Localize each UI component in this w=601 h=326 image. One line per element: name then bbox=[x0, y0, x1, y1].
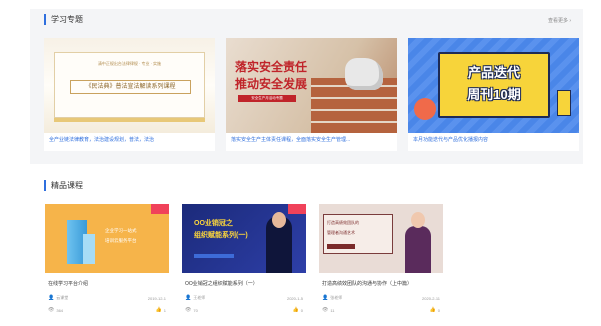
course-title[interactable]: 打造高绩效团队的沟通与协作（上中篇） bbox=[322, 280, 440, 287]
course-stats: 👁 11 👍 0 bbox=[322, 307, 440, 313]
banner-main-text: 《民法典》普法宣法解读系列课程 bbox=[70, 80, 191, 94]
thumb-up-icon[interactable]: 👍 bbox=[430, 307, 436, 313]
lecturer-head bbox=[272, 212, 286, 228]
banner-headline-1: 落实安全责任 bbox=[235, 60, 308, 74]
course-views: 11 bbox=[330, 307, 335, 313]
book-illustration bbox=[557, 90, 571, 116]
banner-gold-strip bbox=[54, 118, 205, 122]
course-card[interactable]: 打造高绩效团队的 管理者沟通艺术 打造高绩效团队的沟通与协作（上中篇） 👤 张老… bbox=[319, 204, 443, 322]
banner-headline-2: 推动安全发展 bbox=[235, 77, 308, 91]
thumbnail-text: 管理者沟通艺术 bbox=[327, 230, 355, 235]
banner-frame: 清中正规出台法律律规 · 专业 · 实施 《民法典》普法宣法解读系列课程 bbox=[54, 52, 205, 118]
thumbnail-text: 培训云服务平台 bbox=[105, 238, 137, 243]
user-icon: 👤 bbox=[322, 295, 329, 301]
topics-title: 学习专题 bbox=[51, 15, 83, 24]
course-thumbnail: OO业销冠之 组织赋能系列(一) bbox=[182, 204, 306, 273]
course-author: 王老师 bbox=[193, 295, 206, 300]
thumb-up-icon[interactable]: 👍 bbox=[293, 307, 299, 313]
thumbnail-text: OO业销冠之 bbox=[194, 220, 233, 227]
banner-small-text: 清中正规出台法律律规 · 专业 · 实施 bbox=[97, 61, 162, 66]
course-meta: 👤 张老师 2020-2-11 bbox=[322, 295, 440, 301]
user-icon: 👤 bbox=[185, 295, 192, 301]
thumbnail-tag bbox=[327, 244, 355, 249]
course-date: 2019-12-1 bbox=[147, 295, 166, 301]
course-likes: 0 bbox=[300, 307, 303, 313]
decorative-circle bbox=[414, 98, 436, 120]
banner-headline-2: 周刊10期 bbox=[467, 87, 521, 102]
course-title[interactable]: OO业销冠之组织赋能系列（一） bbox=[185, 280, 303, 287]
topic-banner-safety: 落实安全责任 推动安全发展 安全生产月活动专题 bbox=[226, 38, 397, 133]
topic-caption[interactable]: 全产业链法律教育，法治建设规划，普法，法治 bbox=[49, 136, 210, 143]
course-author: 云课堂 bbox=[56, 295, 69, 300]
eye-icon: 👁 bbox=[322, 307, 329, 313]
course-date: 2020-2-11 bbox=[422, 295, 440, 301]
topic-card-iteration[interactable]: 产品迭代 周刊10期 本月功能迭代与产品优化播报内容 bbox=[408, 38, 579, 151]
corner-badge bbox=[288, 204, 306, 214]
course-stats: 👁 364 👍 1 bbox=[48, 307, 166, 313]
special-topics-panel: 学习专题 查看更多 › 清中正规出台法律律规 · 专业 · 实施 《民法典》普法… bbox=[30, 9, 583, 164]
section-marker bbox=[44, 14, 46, 25]
topics-header: 学习专题 bbox=[44, 14, 83, 25]
topic-caption[interactable]: 本月功能迭代与产品优化播报内容 bbox=[413, 136, 574, 143]
glove-image bbox=[345, 58, 383, 90]
topic-caption[interactable]: 落实安全生产主体责任课程，全面落实安全生产管理... bbox=[231, 136, 392, 143]
thumbnail-text: 组织赋能系列(一) bbox=[194, 232, 248, 239]
course-views: 70 bbox=[193, 307, 198, 313]
course-stats: 👁 70 👍 0 bbox=[185, 307, 303, 313]
banner-subtitle: 安全生产月活动专题 bbox=[238, 95, 296, 102]
thumb-up-icon[interactable]: 👍 bbox=[156, 307, 162, 313]
eye-icon: 👁 bbox=[48, 307, 55, 313]
courses-header: 精品课程 bbox=[44, 180, 83, 191]
section-marker bbox=[44, 180, 46, 191]
course-author: 张老师 bbox=[330, 295, 343, 300]
user-icon: 👤 bbox=[48, 295, 55, 301]
building-illustration bbox=[83, 234, 95, 264]
banner-board: 产品迭代 周刊10期 bbox=[438, 52, 550, 118]
thumbnail-strip bbox=[194, 254, 234, 258]
course-thumbnail: 企业学习一站式 培训云服务平台 bbox=[45, 204, 169, 273]
eye-icon: 👁 bbox=[185, 307, 192, 313]
thumbnail-text: 打造高绩效团队的 bbox=[327, 220, 359, 225]
banner-headline-1: 产品迭代 bbox=[467, 65, 520, 80]
course-meta: 👤 王老师 2020-1-5 bbox=[185, 295, 303, 301]
courses-title: 精品课程 bbox=[51, 181, 83, 190]
course-card[interactable]: OO业销冠之 组织赋能系列(一) OO业销冠之组织赋能系列（一） 👤 王老师 2… bbox=[182, 204, 306, 322]
course-card[interactable]: 企业学习一站式 培训云服务平台 在线学习平台介绍 👤 云课堂 2019-12-1… bbox=[45, 204, 169, 322]
topic-banner-iteration: 产品迭代 周刊10期 bbox=[408, 38, 579, 133]
topic-card-civil-code[interactable]: 清中正规出台法律律规 · 专业 · 实施 《民法典》普法宣法解读系列课程 全产业… bbox=[44, 38, 215, 151]
topics-more-link[interactable]: 查看更多 › bbox=[548, 17, 571, 24]
course-thumbnail: 打造高绩效团队的 管理者沟通艺术 bbox=[319, 204, 443, 273]
topic-banner-civil-code: 清中正规出台法律律规 · 专业 · 实施 《民法典》普法宣法解读系列课程 bbox=[44, 38, 215, 133]
thumbnail-text: 企业学习一站式 bbox=[105, 228, 137, 233]
course-likes: 1 bbox=[163, 307, 166, 313]
course-meta: 👤 云课堂 2019-12-1 bbox=[48, 295, 166, 301]
lecturer-head bbox=[411, 212, 425, 228]
topic-card-safety[interactable]: 落实安全责任 推动安全发展 安全生产月活动专题 落实安全生产主体责任课程，全面落… bbox=[226, 38, 397, 151]
course-date: 2020-1-5 bbox=[286, 295, 303, 301]
course-likes: 0 bbox=[437, 307, 440, 313]
course-views: 364 bbox=[56, 307, 64, 313]
corner-badge bbox=[151, 204, 169, 214]
course-title[interactable]: 在线学习平台介绍 bbox=[48, 280, 166, 287]
lecturer-image bbox=[405, 226, 431, 273]
